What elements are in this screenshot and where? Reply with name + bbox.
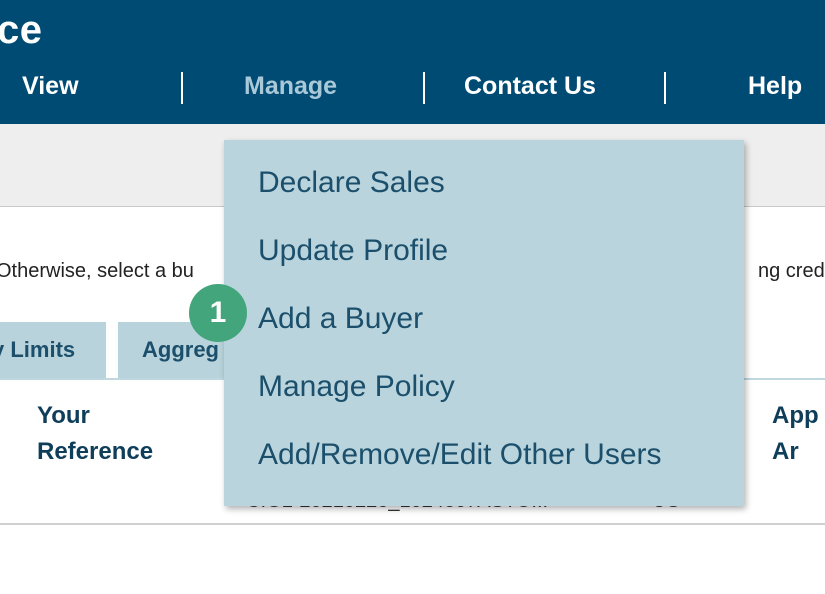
- menu-item-update-profile[interactable]: Update Profile: [258, 234, 448, 268]
- nav-separator: [423, 72, 425, 104]
- instruction-text-right: ng cred: [758, 260, 825, 282]
- menu-item-manage-policy[interactable]: Manage Policy: [258, 370, 455, 404]
- tab-limits[interactable]: y Limits: [0, 322, 106, 378]
- nav-separator: [181, 72, 183, 104]
- top-header: ce View Manage Contact Us Help: [0, 0, 825, 124]
- manage-dropdown-menu: Declare Sales Update Profile Add a Buyer…: [224, 140, 744, 506]
- menu-item-add-a-buyer[interactable]: Add a Buyer: [258, 302, 423, 336]
- table-bottom-divider: [0, 523, 825, 525]
- nav-contact-us[interactable]: Contact Us: [464, 72, 596, 101]
- tab-limits-label: y Limits: [0, 337, 76, 362]
- nav-separator: [664, 72, 666, 104]
- app-title: ce: [0, 8, 43, 52]
- column-header-approved-amount[interactable]: App Ar: [772, 398, 819, 470]
- menu-item-add-remove-edit-users[interactable]: Add/Remove/Edit Other Users: [258, 438, 662, 472]
- menu-item-declare-sales[interactable]: Declare Sales: [258, 166, 445, 200]
- tab-aggregate-label: Aggreg: [142, 337, 219, 362]
- step-number-badge: 1: [189, 284, 247, 342]
- nav-view[interactable]: View: [22, 72, 79, 101]
- column-header-your-reference[interactable]: Your Reference: [37, 398, 153, 470]
- instruction-text-left: Otherwise, select a bu: [0, 260, 194, 282]
- nav-manage[interactable]: Manage: [244, 72, 337, 101]
- nav-help[interactable]: Help: [748, 72, 802, 101]
